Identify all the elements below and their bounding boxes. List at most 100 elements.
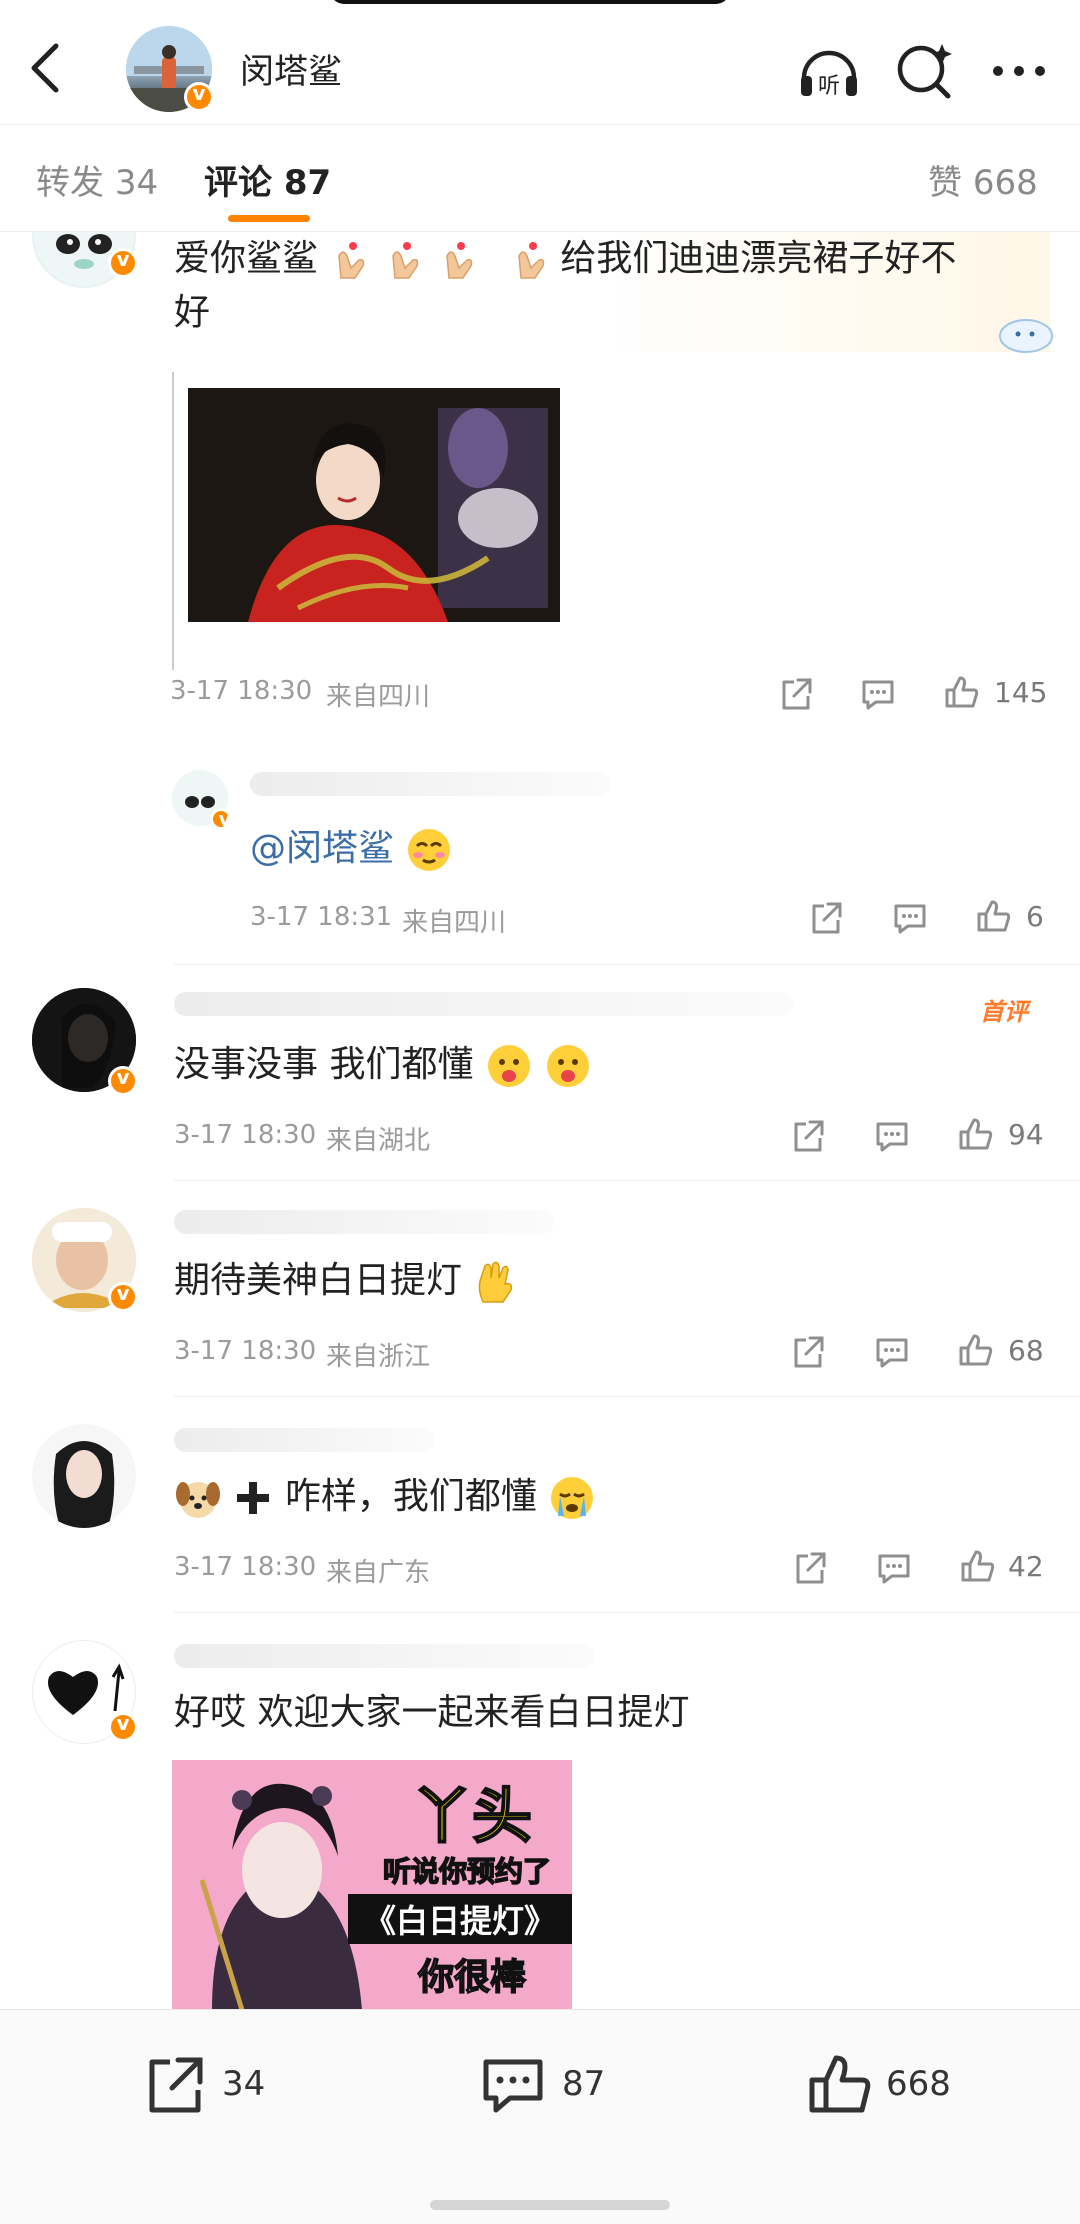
like-icon [809,2055,871,2113]
verified-badge [108,1065,138,1096]
first-comment-badge: 首评 [980,998,1028,1026]
divider [174,1396,1080,1397]
share-icon[interactable] [806,898,846,938]
comment-text-main: 咋样，我们都懂 [284,1476,537,1517]
comment-location: 来自浙江 [326,1342,431,1372]
comment-text: 爱你鲨鲨 给我们迪迪漂亮裙子好不 好 [174,232,1034,340]
like-count: 94 [1008,1118,1044,1151]
like-icon[interactable] [974,896,1014,936]
mention-link[interactable]: @闵塔鲨 [250,828,394,869]
bottom-action-bar: 34 87 668 [0,2009,1080,2224]
tab-comments[interactable]: 评论 87 [204,155,331,204]
blurred-username [174,1428,434,1452]
tab-bar: 转发 34 评论 87 赞 668 [0,124,1080,232]
reply-time: 3-17 18:31 [250,902,393,932]
comment-text: 好哎 欢迎大家一起来看白日提灯 [174,1692,690,1733]
camera-notch [330,0,730,4]
headphones-icon[interactable]: 听 [796,38,862,104]
dog-emoji [176,1482,220,1518]
comment-image[interactable] [188,388,560,622]
bottom-comment-count: 87 [562,2064,606,2104]
finger-heart-emoji [329,238,560,279]
tongue-emoji [487,1045,530,1087]
like-icon[interactable] [958,1546,998,1586]
top-bar: 闵塔鲨 听 [0,0,1080,124]
share-icon[interactable] [776,674,816,714]
tongue-emoji [547,1045,590,1087]
tab-repost-label: 转发 [36,163,104,203]
plus-emoji [237,1482,270,1514]
like-count: 145 [994,676,1048,709]
divider [174,1180,1080,1181]
photo-red-dress [188,388,560,622]
poster-title: 丫头 [411,1781,533,1853]
back-arrow-icon[interactable] [24,38,68,98]
comment-icon[interactable] [872,1332,912,1372]
tab-repost-count: 34 [114,163,159,203]
share-icon[interactable] [788,1332,828,1372]
comment-text-wrap: 好 [174,292,211,333]
tab-repost[interactable]: 转发 34 [36,155,158,204]
comment-location: 来自四川 [326,682,431,712]
reply-location: 来自四川 [402,908,507,938]
account-name[interactable]: 闵塔鲨 [240,44,342,93]
divider [174,964,1080,965]
like-icon[interactable] [956,1330,996,1370]
tab-likes[interactable]: 赞 668 [928,155,1038,204]
verified-badge [108,247,138,278]
comment-image[interactable]: 丫头 听说你预约了 《白日提灯》 你很棒 [172,1760,572,2009]
poster-line-1: 听说你预约了 [382,1854,552,1889]
comment-text: 没事没事 我们都懂 [174,1038,1034,1092]
comment-icon[interactable] [872,1116,912,1156]
crying-emoji [551,1477,594,1519]
comment-icon[interactable] [858,674,898,714]
comment-icon[interactable] [890,898,930,938]
tab-likes-label: 赞 [928,163,962,203]
comment-text-main: 没事没事 我们都懂 [174,1044,474,1085]
verified-badge [108,1281,138,1312]
share-icon [149,2057,203,2113]
like-count: 6 [1026,900,1044,933]
search-icon[interactable] [892,38,958,104]
verified-badge [210,807,237,831]
tab-likes-count: 668 [972,163,1038,203]
comment-text-main: 爱你鲨鲨 [174,238,319,279]
comment-icon[interactable] [874,1548,914,1588]
comment-location: 来自湖北 [326,1126,431,1156]
comment-location: 来自广东 [326,1558,431,1588]
quote-bar [172,372,174,670]
comment-icon [483,2059,543,2113]
comment-text-tail: 给我们迪迪漂亮裙子好不 [560,238,957,279]
like-count: 42 [1008,1550,1044,1583]
tab-active-indicator [228,215,310,222]
comment-time: 3-17 18:30 [174,1336,317,1366]
blush-emoji [408,829,451,871]
comment-time: 3-17 18:30 [170,676,313,706]
comment-time: 3-17 18:30 [174,1552,317,1582]
avatar[interactable] [32,1424,136,1528]
tab-comments-label: 评论 [204,163,272,203]
share-icon[interactable] [790,1548,830,1588]
comment-text: 期待美神白日提灯 [174,1254,1034,1308]
poster-line-3: 你很棒 [417,1956,527,1999]
blurred-username [250,772,610,796]
divider [174,1612,1080,1613]
blurred-username [174,1210,554,1234]
home-indicator[interactable] [430,2200,670,2210]
listen-label: 听 [818,74,840,99]
comment-feed[interactable]: 爱你鲨鲨 给我们迪迪漂亮裙子好不 好 [0,232,1080,2009]
verified-badge [108,1711,138,1742]
more-icon[interactable] [986,38,1052,104]
share-icon[interactable] [788,1116,828,1156]
blurred-username [174,992,794,1016]
bottom-repost-count: 34 [222,2064,266,2104]
verified-badge [184,81,214,112]
tab-comments-count: 87 [283,163,332,203]
blurred-username [174,1644,594,1668]
poster-line-2: 《白日提灯》 [348,1894,572,1944]
like-count: 68 [1008,1334,1044,1367]
comment-time: 3-17 18:30 [174,1120,317,1150]
waving-hand-emoji [479,1261,513,1303]
like-icon[interactable] [956,1114,996,1154]
like-icon[interactable] [942,672,982,712]
